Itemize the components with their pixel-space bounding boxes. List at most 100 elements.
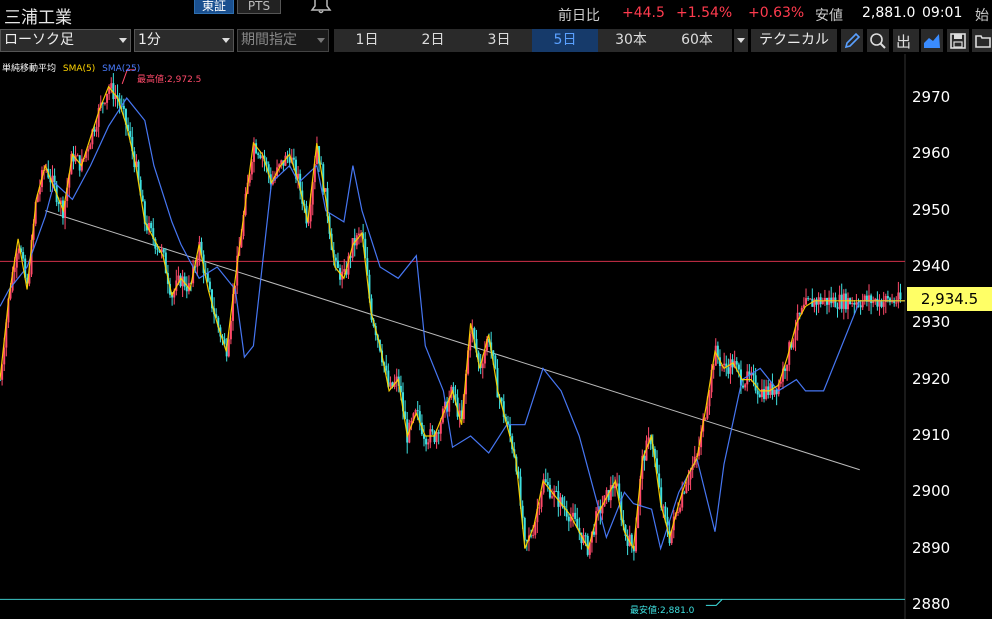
candle-body bbox=[292, 157, 295, 160]
candle-body bbox=[664, 506, 667, 517]
candle-body bbox=[427, 442, 430, 445]
tab-market-tse[interactable]: 東証 bbox=[194, 0, 234, 14]
candle-body bbox=[357, 233, 360, 236]
candle-body bbox=[76, 155, 79, 157]
candle-body bbox=[840, 294, 843, 309]
candle-body bbox=[735, 361, 738, 365]
candle-body bbox=[760, 389, 763, 398]
candle-body bbox=[532, 534, 535, 536]
candle-body bbox=[227, 339, 230, 357]
candle-body bbox=[87, 149, 90, 152]
candle-body bbox=[886, 296, 889, 299]
volume-icon: 出 bbox=[896, 33, 911, 50]
candle-body bbox=[343, 269, 346, 272]
candle-body bbox=[336, 260, 339, 269]
low-price-time: 09:01 bbox=[922, 5, 963, 21]
candle-body bbox=[555, 490, 558, 492]
legend-sma5: SMA(5) bbox=[62, 64, 96, 74]
y-tick-label: 2950 bbox=[912, 200, 951, 219]
range-3d-button[interactable]: 3日 bbox=[466, 29, 532, 52]
candle-body bbox=[662, 506, 665, 508]
tab-market-pts[interactable]: PTS bbox=[237, 0, 281, 14]
candle-body bbox=[855, 302, 858, 305]
candle-body bbox=[714, 345, 717, 366]
save-button[interactable] bbox=[947, 29, 969, 52]
candle-body bbox=[853, 302, 856, 305]
alert-bell-icon[interactable] bbox=[309, 0, 333, 14]
candle-body bbox=[859, 305, 862, 308]
price-chart[interactable] bbox=[0, 54, 992, 619]
candle-body bbox=[742, 385, 745, 388]
candle-body bbox=[687, 479, 690, 486]
zoom-icon bbox=[870, 33, 886, 49]
range-60bars-button[interactable]: 60本 bbox=[664, 29, 730, 52]
candle-body bbox=[103, 102, 106, 104]
low-price-label: 安値 bbox=[815, 8, 843, 24]
candle-body bbox=[567, 516, 570, 522]
candle-body bbox=[882, 302, 885, 307]
price-change-pct-2: +0.63% bbox=[748, 5, 805, 21]
candle-body bbox=[846, 298, 849, 310]
candle-body bbox=[93, 129, 96, 132]
range-30bars-button[interactable]: 30本 bbox=[598, 29, 664, 52]
candle-body bbox=[431, 429, 434, 432]
svg-text:出: 出 bbox=[896, 33, 911, 50]
area-chart-icon bbox=[924, 34, 940, 48]
open-folder-button[interactable] bbox=[972, 29, 992, 52]
candle-body bbox=[546, 482, 549, 485]
candle-body bbox=[737, 364, 740, 370]
price-change-pct: +1.54% bbox=[676, 5, 733, 21]
candle-body bbox=[805, 298, 808, 305]
chart-type-select[interactable]: ローソク足 bbox=[0, 29, 131, 52]
candle-body bbox=[746, 371, 749, 385]
candle-body bbox=[206, 273, 209, 282]
technical-button[interactable]: テクニカル bbox=[751, 29, 837, 52]
legend-title: 単純移動平均 bbox=[2, 64, 57, 74]
area-chart-button[interactable] bbox=[921, 29, 943, 52]
candle-body bbox=[729, 359, 732, 374]
zoom-button[interactable] bbox=[867, 29, 889, 52]
range-1d-button[interactable]: 1日 bbox=[334, 29, 400, 52]
candle-body bbox=[22, 252, 25, 259]
chart-legend: 単純移動平均 SMA(5) SMA(25) bbox=[2, 61, 144, 74]
candle-body bbox=[605, 490, 608, 496]
candle-body bbox=[723, 363, 726, 366]
candle-body bbox=[683, 492, 686, 494]
range-5d-button[interactable]: 5日 bbox=[532, 29, 598, 52]
candle-body bbox=[106, 93, 109, 103]
candle-body bbox=[758, 394, 761, 398]
candle-body bbox=[177, 275, 180, 281]
candle-body bbox=[870, 295, 873, 304]
interval-select[interactable]: 1分 bbox=[134, 29, 234, 52]
candle-body bbox=[769, 383, 772, 395]
candle-body bbox=[593, 531, 596, 535]
candle-body bbox=[572, 512, 575, 517]
candle-body bbox=[786, 364, 789, 371]
chevron-down-icon bbox=[119, 38, 127, 43]
y-tick-label: 2920 bbox=[912, 369, 951, 388]
candle-body bbox=[792, 340, 795, 348]
chart-toolbar: ローソク足 1分 期間指定 1日 2日 3日 5日 30本 60本 テクニカル … bbox=[0, 28, 992, 54]
candle-body bbox=[676, 511, 679, 513]
candle-body bbox=[647, 437, 650, 441]
candle-body bbox=[773, 389, 776, 395]
range-2d-button[interactable]: 2日 bbox=[400, 29, 466, 52]
candle-body bbox=[259, 155, 262, 159]
draw-pencil-button[interactable] bbox=[841, 29, 863, 52]
low-price-value: 2,881.0 bbox=[862, 5, 916, 21]
candle-body bbox=[838, 294, 841, 309]
candle-body bbox=[708, 392, 711, 407]
candle-body bbox=[584, 535, 587, 537]
range-menu-button[interactable] bbox=[734, 29, 748, 52]
pencil-icon bbox=[844, 32, 861, 49]
candle-body bbox=[439, 422, 442, 434]
y-tick-label: 2910 bbox=[912, 425, 951, 444]
candle-body bbox=[744, 384, 747, 388]
period-select[interactable]: 期間指定 bbox=[237, 29, 329, 52]
candle-body bbox=[784, 368, 787, 371]
volume-toggle-button[interactable]: 出 bbox=[893, 29, 919, 52]
candle-body bbox=[385, 365, 388, 371]
candle-body bbox=[834, 297, 837, 308]
candle-body bbox=[794, 330, 797, 341]
interval-value: 1分 bbox=[138, 32, 161, 48]
